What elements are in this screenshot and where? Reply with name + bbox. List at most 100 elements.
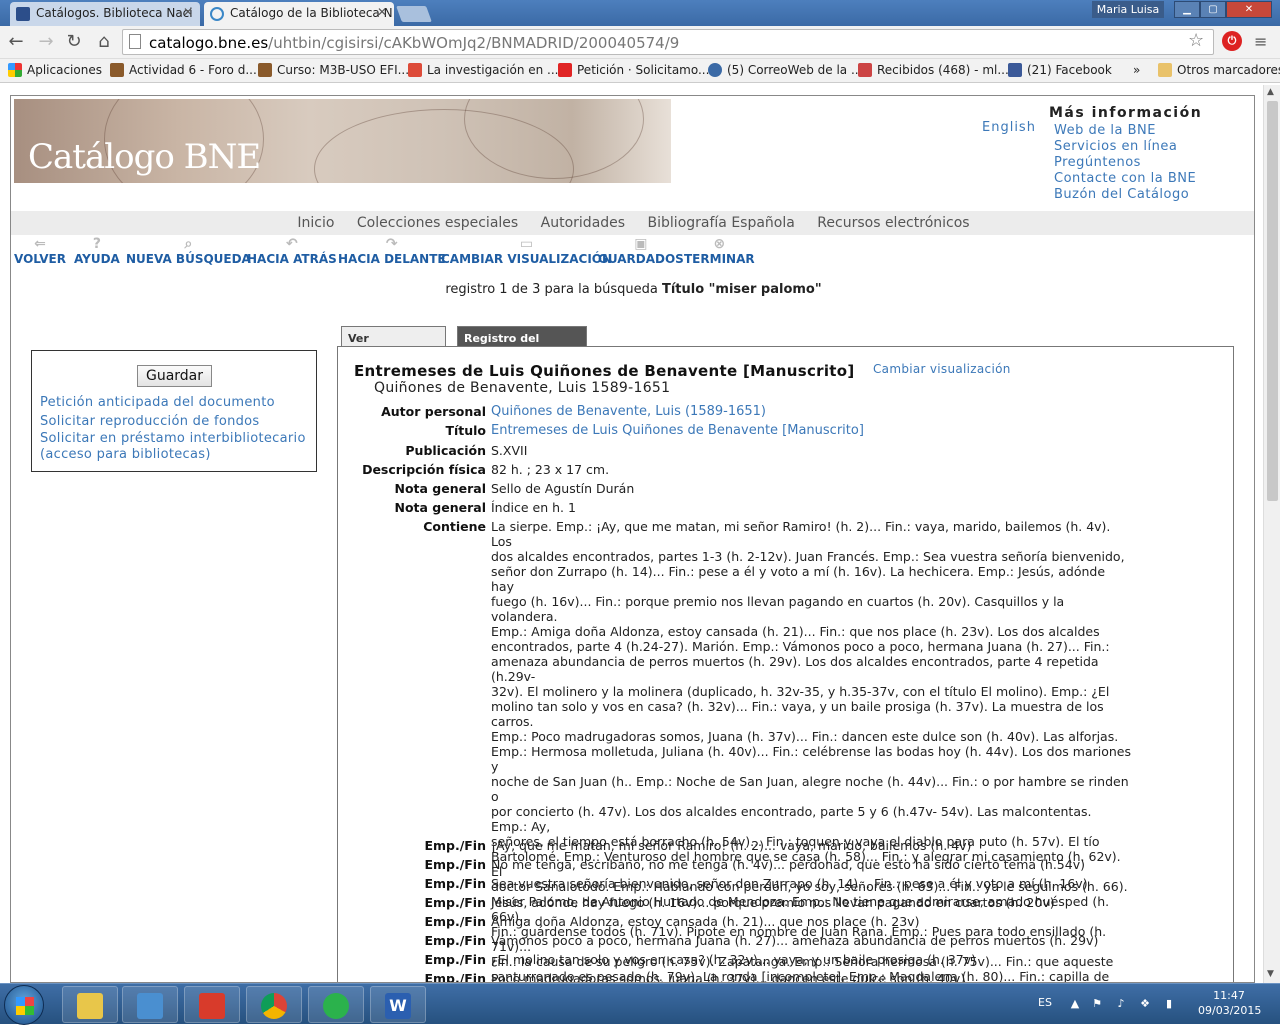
help-icon: ? bbox=[92, 236, 101, 252]
browser-menu-icon[interactable]: ≡ bbox=[1254, 32, 1267, 51]
back-arrow-icon: ⇐ bbox=[34, 236, 46, 252]
tab-registro-catalogo[interactable]: Registro del catálogo bbox=[457, 326, 587, 358]
close-tab-icon[interactable]: ✕ bbox=[183, 5, 193, 19]
contiene-line: dos alcaldes encontrados, partes 1-3 (h.… bbox=[491, 549, 1125, 564]
emp-fin-value: Vámonos poco a poco, hermana Juana (h. 2… bbox=[491, 933, 1099, 948]
hacia-atras-button[interactable]: ↶ HACIA ATRÁS bbox=[247, 236, 337, 266]
folder-icon bbox=[1158, 63, 1172, 77]
taskbar-chrome[interactable] bbox=[246, 986, 302, 1023]
clock-date: 09/03/2015 bbox=[1198, 1004, 1262, 1017]
nav-bibliografia[interactable]: Bibliografía Española bbox=[648, 215, 795, 231]
search-summary: registro 1 de 3 para la búsqueda Título … bbox=[11, 282, 1254, 297]
volume-icon[interactable]: ♪ bbox=[1114, 997, 1128, 1011]
minimize-icon[interactable]: ▁ bbox=[1174, 1, 1200, 18]
link-servicios[interactable]: Servicios en línea bbox=[1054, 139, 1196, 155]
toolbar-label: HACIA DELANTE bbox=[338, 252, 446, 266]
new-tab-button[interactable] bbox=[396, 6, 432, 22]
link-contacte[interactable]: Contacte con la BNE bbox=[1054, 171, 1196, 187]
spotify-icon bbox=[323, 993, 349, 1019]
browser-tab-catalogo-active[interactable]: Catálogo de la Biblioteca N ✕ bbox=[204, 2, 394, 26]
network-icon[interactable]: ▮ bbox=[1162, 997, 1176, 1011]
save-icon: ▣ bbox=[634, 236, 648, 252]
nav-recursos[interactable]: Recursos electrónicos bbox=[817, 215, 969, 231]
english-link[interactable]: English bbox=[982, 120, 1036, 135]
taskbar-pdf[interactable] bbox=[184, 986, 240, 1023]
reload-icon[interactable]: ↻ bbox=[64, 32, 84, 52]
action-center-icon[interactable]: ⚑ bbox=[1090, 997, 1104, 1011]
bookmark-correoweb[interactable]: (5) CorreoWeb de la ... bbox=[708, 63, 862, 77]
catalog-page: Catálogo BNE English Más información Web… bbox=[10, 95, 1255, 983]
cambiar-visualizacion-link[interactable]: Cambiar visualización bbox=[873, 362, 1011, 376]
contiene-line: Emp.: Poco madrugadoras somos, Juana (h.… bbox=[491, 729, 1119, 744]
scroll-thumb[interactable] bbox=[1267, 101, 1278, 501]
bookmark-facebook[interactable]: (21) Facebook bbox=[1008, 63, 1112, 77]
ayuda-button[interactable]: ? AYUDA bbox=[74, 236, 120, 266]
folder-icon bbox=[77, 993, 103, 1019]
toolbar-label: GUARDADOS bbox=[598, 252, 684, 266]
bookmark-peticion[interactable]: Petición · Solicitamo... bbox=[558, 63, 709, 77]
bookmark-recibidos[interactable]: Recibidos (468) - ml... bbox=[858, 63, 1009, 77]
other-bookmarks[interactable]: Otros marcadores bbox=[1158, 63, 1280, 77]
field-label: Emp./Fin bbox=[424, 971, 486, 983]
bookmark-investigacion[interactable]: La investigación en ... bbox=[408, 63, 558, 77]
dropbox-icon[interactable]: ❖ bbox=[1138, 997, 1152, 1011]
taskbar-photos[interactable] bbox=[122, 986, 178, 1023]
taskbar-spotify[interactable] bbox=[308, 986, 364, 1023]
banner-title: Catálogo BNE bbox=[28, 137, 261, 177]
previous-icon: ↶ bbox=[286, 236, 298, 252]
home-icon[interactable]: ⌂ bbox=[94, 32, 114, 52]
contiene-line: noche de San Juan (h.. Emp.: Noche de Sa… bbox=[491, 774, 1129, 804]
bookmark-apps[interactable]: Aplicaciones bbox=[8, 63, 102, 77]
bookmark-label: (5) CorreoWeb de la ... bbox=[727, 63, 863, 77]
clock[interactable]: 11:47 09/03/2015 bbox=[1198, 988, 1262, 1018]
emp-fin-value: Poco madrugadoras somos, Juana (h. 37v).… bbox=[491, 971, 966, 983]
extension-icon[interactable]: ⏻ bbox=[1222, 31, 1242, 51]
link-web-bne[interactable]: Web de la BNE bbox=[1054, 123, 1196, 139]
taskbar-explorer[interactable] bbox=[62, 986, 118, 1023]
guardar-button[interactable]: Guardar bbox=[137, 365, 212, 387]
window-close-icon[interactable]: ✕ bbox=[1226, 1, 1272, 18]
terminar-button[interactable]: ⊗ TERMINAR bbox=[684, 236, 755, 266]
bookmarks-overflow[interactable]: » bbox=[1133, 63, 1140, 77]
field-label: Emp./Fin bbox=[424, 895, 486, 910]
cambiar-visualizacion-button[interactable]: ▭ CAMBIAR VISUALIZACIÓN bbox=[441, 236, 612, 266]
bookmark-star-icon[interactable]: ☆ bbox=[1188, 30, 1204, 51]
bookmark-actividad[interactable]: Actividad 6 - Foro d... bbox=[110, 63, 257, 77]
link-buzon[interactable]: Buzón del Catálogo bbox=[1054, 187, 1196, 203]
back-icon[interactable]: ← bbox=[6, 32, 26, 52]
link-preguntenos[interactable]: Pregúntenos bbox=[1054, 155, 1196, 171]
link-prestamo-interbibliotecario[interactable]: Solicitar en préstamo interbibliotecario… bbox=[40, 431, 315, 463]
show-hidden-icons-icon[interactable]: ▲ bbox=[1068, 997, 1082, 1011]
volver-button[interactable]: ⇐ VOLVER bbox=[14, 236, 66, 266]
language-indicator[interactable]: ES bbox=[1038, 996, 1052, 1009]
field-value-link[interactable]: Entremeses de Luis Quiñones de Benavente… bbox=[491, 423, 1131, 438]
link-solicitar-reproduccion[interactable]: Solicitar reproducción de fondos bbox=[40, 412, 315, 431]
bookmark-curso[interactable]: Curso: M3B-USO EFI... bbox=[258, 63, 409, 77]
toolbar-label: AYUDA bbox=[74, 252, 120, 266]
toolbar-label: VOLVER bbox=[14, 252, 66, 266]
page-scrollbar[interactable]: ▲ ▼ bbox=[1263, 85, 1280, 983]
nav-inicio[interactable]: Inicio bbox=[297, 215, 334, 231]
close-tab-icon[interactable]: ✕ bbox=[377, 5, 387, 19]
system-tray: ES ▲ ⚑ ♪ ❖ ▮ 11:47 09/03/2015 bbox=[1032, 984, 1280, 1025]
scroll-up-icon[interactable]: ▲ bbox=[1267, 87, 1274, 97]
field-value-link[interactable]: Quiñones de Benavente, Luis (1589-1651) bbox=[491, 404, 1131, 419]
nav-autoridades[interactable]: Autoridades bbox=[541, 215, 625, 231]
address-bar[interactable]: catalogo.bne.es/uhtbin/cgisirsi/cAKbWOmJ… bbox=[122, 29, 1214, 55]
browser-tab-catalogos[interactable]: Catálogos. Biblioteca Naci ✕ bbox=[10, 2, 200, 26]
maximize-icon[interactable]: ▢ bbox=[1200, 1, 1226, 18]
taskbar-word[interactable]: W bbox=[370, 986, 426, 1023]
forward-icon[interactable]: → bbox=[36, 32, 56, 52]
start-button[interactable] bbox=[4, 985, 44, 1025]
bookmark-label: Recibidos (468) - ml... bbox=[877, 63, 1009, 77]
link-peticion-anticipada[interactable]: Petición anticipada del documento bbox=[40, 393, 315, 412]
guardados-button[interactable]: ▣ GUARDADOS bbox=[598, 236, 684, 266]
tab-ver-signatura[interactable]: Ver signatura/s bbox=[341, 326, 446, 358]
scroll-down-icon[interactable]: ▼ bbox=[1267, 969, 1274, 979]
field-value: Índice en h. 1 bbox=[491, 500, 576, 515]
nueva-busqueda-button[interactable]: ⌕ NUEVA BÚSQUEDA bbox=[126, 236, 251, 266]
profile-name[interactable]: Maria Luisa bbox=[1092, 1, 1164, 18]
contiene-line: La sierpe. Emp.: ¡Ay, que me matan, mi s… bbox=[491, 519, 1111, 549]
hacia-delante-button[interactable]: ↷ HACIA DELANTE bbox=[338, 236, 446, 266]
nav-colecciones[interactable]: Colecciones especiales bbox=[357, 215, 518, 231]
